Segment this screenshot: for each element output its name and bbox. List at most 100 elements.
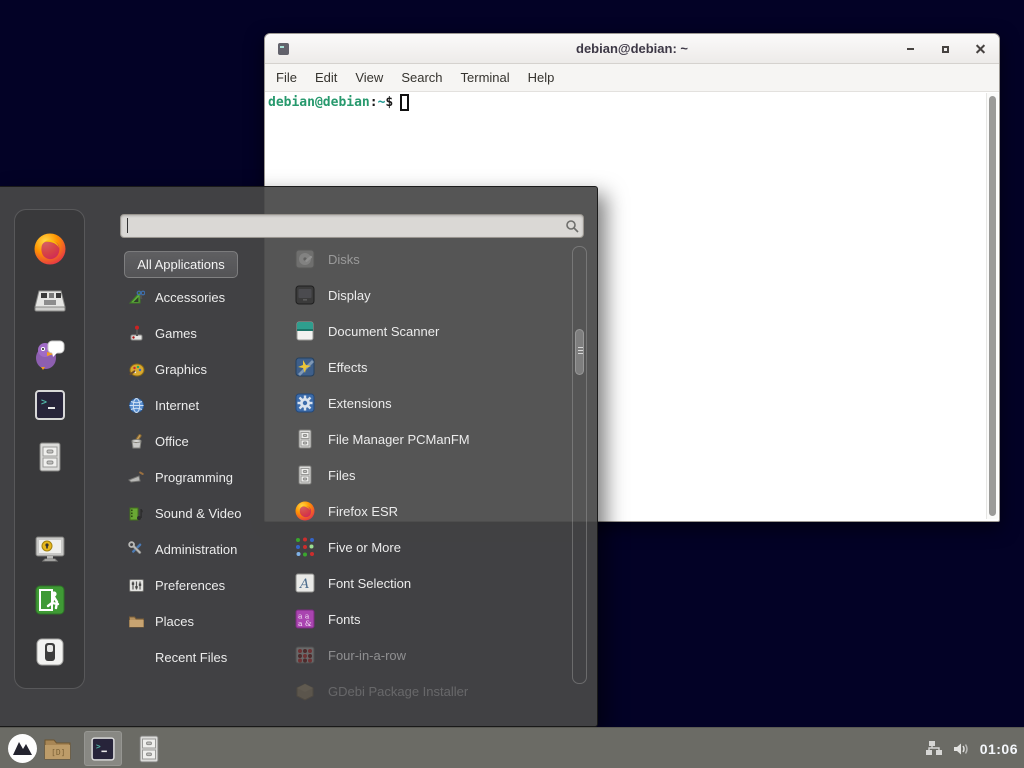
administration-icon — [128, 541, 145, 558]
svg-text:>: > — [41, 397, 47, 408]
menu-view[interactable]: View — [346, 66, 392, 89]
five-or-more-icon — [294, 536, 316, 558]
category-office[interactable]: Office — [124, 423, 274, 459]
terminal-scrollbar-thumb[interactable] — [989, 96, 996, 516]
internet-icon — [128, 397, 145, 414]
shutdown-button[interactable] — [32, 634, 68, 670]
taskbar: [D] > — [0, 727, 1024, 768]
four-in-a-row-icon — [294, 644, 316, 666]
svg-text:[D]: [D] — [51, 748, 65, 757]
file-cabinet-icon — [294, 428, 316, 450]
keyboard-icon — [32, 283, 68, 319]
category-places[interactable]: Places — [124, 603, 274, 639]
close-button[interactable] — [974, 43, 987, 56]
search-input[interactable] — [120, 214, 584, 238]
favorites-panel: > — [14, 209, 85, 689]
close-icon — [976, 45, 985, 54]
category-internet[interactable]: Internet — [124, 387, 274, 423]
terminal-cursor — [400, 94, 409, 111]
terminal-icon: > — [32, 387, 68, 423]
category-administration[interactable]: Administration — [124, 531, 274, 567]
volume-icon[interactable] — [953, 741, 971, 757]
file-cabinet-icon — [136, 735, 162, 763]
app-four-in-a-row[interactable]: Four-in-a-row — [286, 637, 568, 673]
category-preferences[interactable]: Preferences — [124, 567, 274, 603]
app-firefox-esr[interactable]: Firefox ESR — [286, 493, 568, 529]
maximize-button[interactable] — [939, 43, 952, 56]
sound-video-icon — [128, 505, 145, 522]
preferences-icon — [128, 577, 145, 594]
terminal-title: debian@debian: ~ — [265, 41, 999, 56]
application-list: Disks Display Document Scanner — [286, 241, 568, 706]
file-cabinet-icon — [32, 439, 68, 475]
fonts-icon: a a a & — [294, 608, 316, 630]
menu-edit[interactable]: Edit — [306, 66, 346, 89]
minimize-icon — [907, 48, 914, 50]
favorite-firefox-button[interactable] — [32, 231, 68, 267]
category-recent-files[interactable]: Recent Files — [124, 639, 274, 675]
favorite-pidgin-button[interactable] — [32, 335, 68, 371]
shell-prompt: debian@debian:~$ — [268, 94, 409, 111]
menu-search[interactable]: Search — [392, 66, 451, 89]
category-games[interactable]: Games — [124, 315, 274, 351]
terminal-titlebar[interactable]: debian@debian: ~ — [265, 34, 999, 64]
effects-icon — [294, 356, 316, 378]
favorite-file-manager-button[interactable] — [32, 439, 68, 475]
svg-text:A: A — [299, 577, 309, 592]
firefox-icon — [294, 500, 316, 522]
gdebi-icon — [294, 680, 316, 702]
app-disks[interactable]: Disks — [286, 241, 568, 277]
application-menu-button[interactable] — [7, 733, 38, 764]
taskbar-file-manager-launcher[interactable]: [D] — [43, 735, 72, 762]
app-gdebi-package-installer[interactable]: GDebi Package Installer — [286, 673, 568, 706]
taskbar-terminal-button[interactable]: > — [84, 731, 122, 766]
graphics-icon — [128, 361, 145, 378]
prompt-path: ~ — [378, 95, 386, 110]
all-applications-button[interactable]: All Applications — [124, 251, 238, 278]
favorite-terminal-button[interactable]: > — [32, 387, 68, 423]
app-file-manager-pcmanfm[interactable]: File Manager PCManFM — [286, 421, 568, 457]
category-sound-video[interactable]: Sound & Video — [124, 495, 274, 531]
terminal-menubar: File Edit View Search Terminal Help — [265, 64, 999, 92]
prompt-user-host: debian@debian — [268, 95, 370, 110]
clock[interactable]: 01:06 — [980, 741, 1018, 757]
menu-scrollbar-thumb[interactable] — [575, 329, 584, 375]
extensions-icon — [294, 392, 316, 414]
logout-button[interactable] — [32, 582, 68, 618]
app-fonts[interactable]: a a a & Fonts — [286, 601, 568, 637]
games-icon — [128, 325, 145, 342]
accessories-icon — [128, 289, 145, 306]
shutdown-icon — [32, 634, 68, 670]
terminal-icon: > — [89, 735, 117, 763]
app-document-scanner[interactable]: Document Scanner — [286, 313, 568, 349]
places-folder-icon — [128, 613, 145, 630]
app-extensions[interactable]: Extensions — [286, 385, 568, 421]
category-graphics[interactable]: Graphics — [124, 351, 274, 387]
lock-screen-button[interactable] — [32, 530, 68, 566]
menu-terminal[interactable]: Terminal — [452, 66, 519, 89]
app-font-selection[interactable]: A Font Selection — [286, 565, 568, 601]
taskbar-files-button[interactable] — [136, 735, 162, 763]
app-files[interactable]: Files — [286, 457, 568, 493]
minimize-button[interactable] — [904, 43, 917, 56]
app-display[interactable]: Display — [286, 277, 568, 313]
terminal-scrollbar[interactable] — [986, 93, 998, 519]
menu-file[interactable]: File — [267, 66, 306, 89]
favorite-keyboard-button[interactable] — [32, 283, 68, 319]
file-cabinet-icon — [294, 464, 316, 486]
network-icon[interactable] — [925, 740, 944, 757]
category-accessories[interactable]: Accessories — [124, 279, 274, 315]
menu-help[interactable]: Help — [519, 66, 564, 89]
app-five-or-more[interactable]: Five or More — [286, 529, 568, 565]
document-scanner-icon — [294, 320, 316, 342]
scrollbar-grip — [578, 347, 583, 356]
search-caret — [127, 218, 128, 233]
menu-scrollbar[interactable] — [572, 246, 587, 684]
firefox-icon — [32, 231, 68, 267]
category-programming[interactable]: Programming — [124, 459, 274, 495]
logout-icon — [32, 582, 68, 618]
app-effects[interactable]: Effects — [286, 349, 568, 385]
debian-menu-icon — [7, 733, 38, 764]
maximize-icon — [942, 46, 949, 53]
pidgin-icon — [32, 335, 68, 371]
